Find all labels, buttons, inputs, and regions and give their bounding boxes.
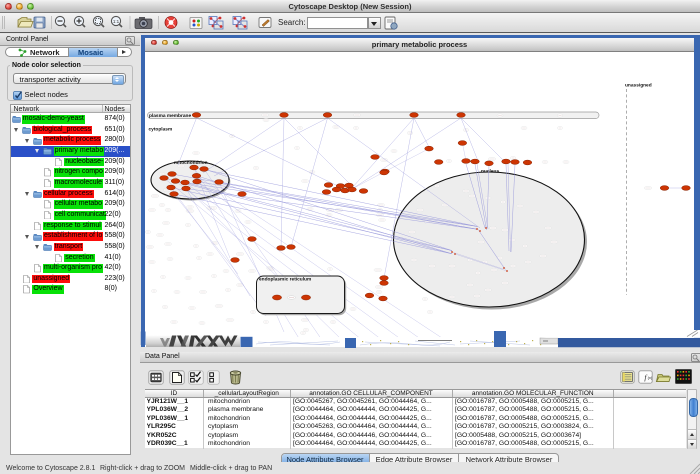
- svg-text:(x): (x): [648, 375, 653, 380]
- svg-text:cytoplasm: cytoplasm: [149, 127, 173, 133]
- svg-text:nucleus: nucleus: [481, 169, 499, 175]
- svg-text:plasma membrane: plasma membrane: [149, 113, 191, 119]
- svg-text:unassigned: unassigned: [625, 83, 652, 89]
- svg-text:endoplasmic reticulum: endoplasmic reticulum: [259, 277, 311, 283]
- svg-text:1:1: 1:1: [113, 19, 120, 24]
